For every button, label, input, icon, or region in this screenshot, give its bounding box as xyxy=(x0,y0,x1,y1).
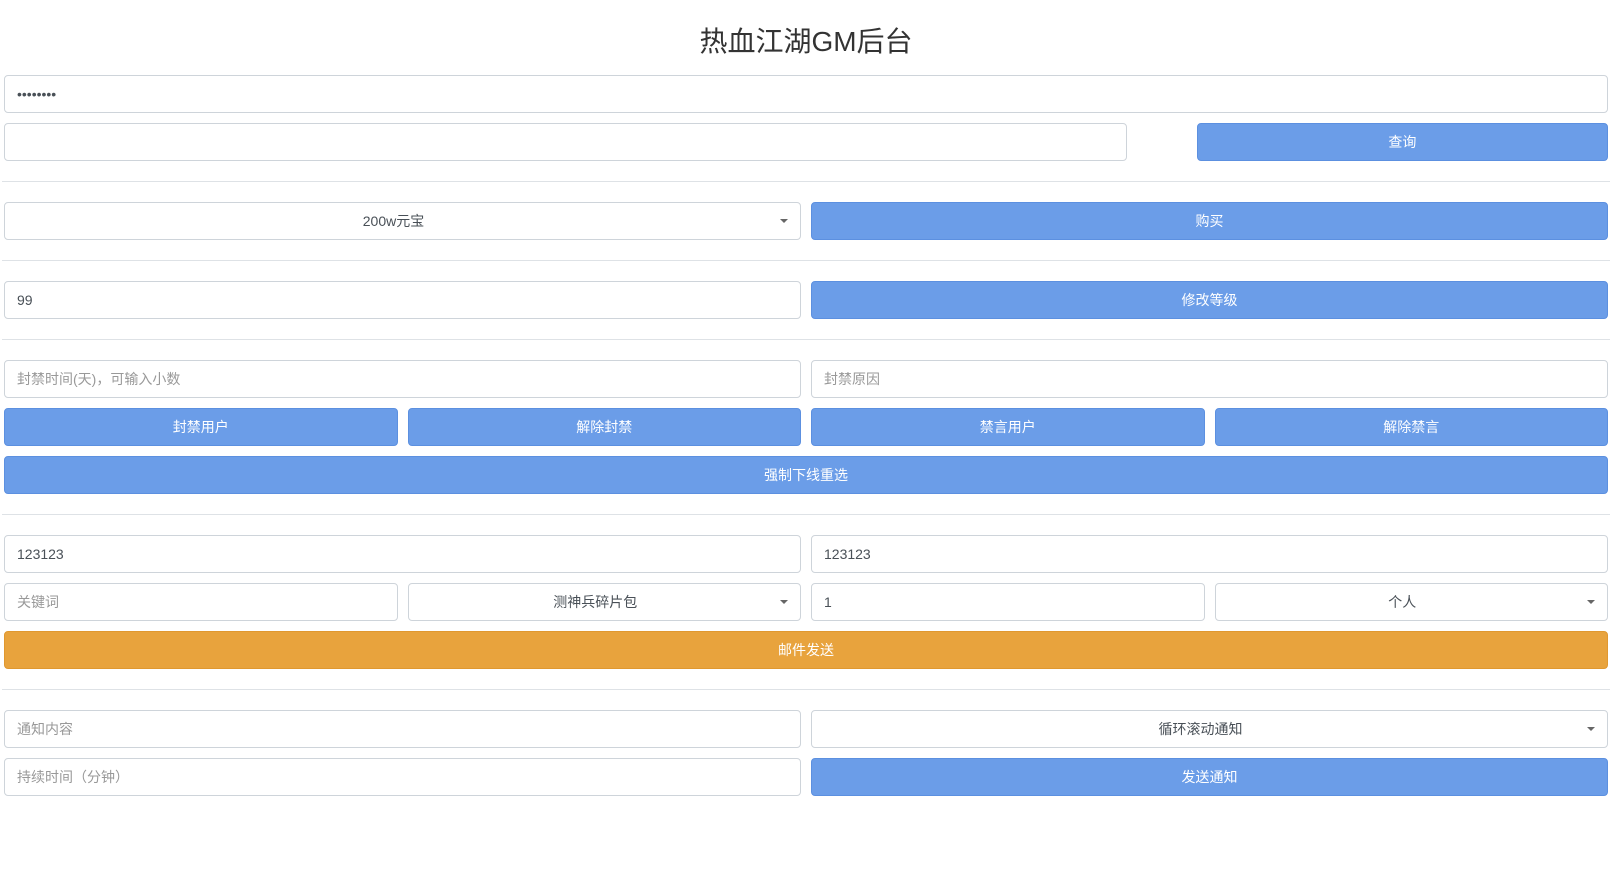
ban-reason-input[interactable] xyxy=(811,360,1608,398)
unmute-user-button[interactable]: 解除禁言 xyxy=(1215,408,1609,446)
query-input[interactable] xyxy=(4,123,1127,161)
purchase-item-select[interactable]: 200w元宝 xyxy=(4,202,801,240)
ban-user-button[interactable]: 封禁用户 xyxy=(4,408,398,446)
purchase-button[interactable]: 购买 xyxy=(811,202,1608,240)
level-input[interactable] xyxy=(4,281,801,319)
send-mail-button[interactable]: 邮件发送 xyxy=(4,631,1608,669)
divider xyxy=(2,514,1610,515)
mute-user-button[interactable]: 禁言用户 xyxy=(811,408,1205,446)
mail-input-2[interactable] xyxy=(811,535,1608,573)
notify-content-input[interactable] xyxy=(4,710,801,748)
notify-duration-input[interactable] xyxy=(4,758,801,796)
divider xyxy=(2,260,1610,261)
modify-level-button[interactable]: 修改等级 xyxy=(811,281,1608,319)
notify-type-select[interactable]: 循环滚动通知 xyxy=(811,710,1608,748)
divider xyxy=(2,689,1610,690)
force-offline-button[interactable]: 强制下线重选 xyxy=(4,456,1608,494)
unban-user-button[interactable]: 解除封禁 xyxy=(408,408,802,446)
page-title: 热血江湖GM后台 xyxy=(0,0,1612,75)
send-notify-button[interactable]: 发送通知 xyxy=(811,758,1608,796)
keyword-input[interactable] xyxy=(4,583,398,621)
mail-count-input[interactable] xyxy=(811,583,1205,621)
ban-time-input[interactable] xyxy=(4,360,801,398)
mail-target-select[interactable]: 个人 xyxy=(1215,583,1609,621)
divider xyxy=(2,181,1610,182)
password-input[interactable] xyxy=(4,75,1608,113)
mail-input-1[interactable] xyxy=(4,535,801,573)
mail-item-select[interactable]: 测神兵碎片包 xyxy=(408,583,802,621)
query-button[interactable]: 查询 xyxy=(1197,123,1608,161)
divider xyxy=(2,339,1610,340)
